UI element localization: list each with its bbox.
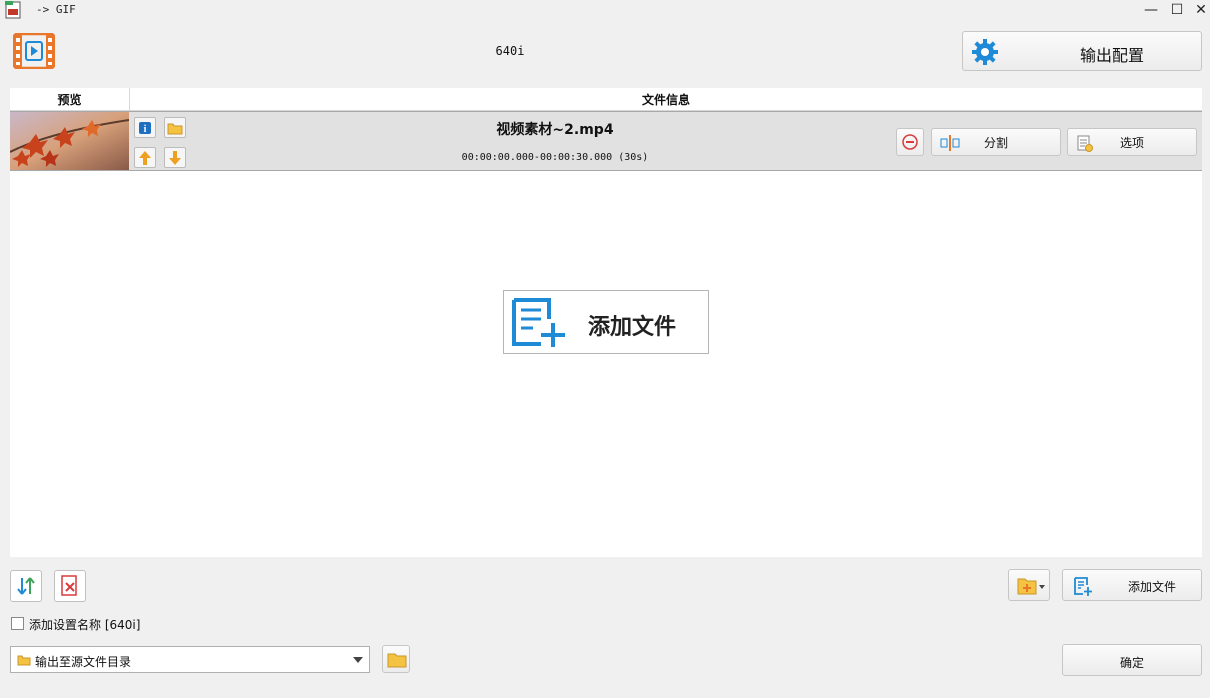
output-directory-value: 输出至源文件目录 [35,655,132,669]
output-config-label: 输出配置 [1079,46,1144,65]
video-logo-icon [13,33,55,69]
sort-button[interactable] [10,570,42,602]
options-label: 选项 [1119,135,1144,150]
chevron-down-icon [353,657,363,663]
app-icon [5,1,21,19]
column-preview: 预览 [10,88,130,110]
add-file-large-label: 添加文件 [588,315,677,340]
options-button[interactable]: 选项 [1067,128,1197,156]
open-folder-button[interactable] [164,117,186,138]
info-button[interactable]: i [134,117,156,138]
output-config-button[interactable]: 输出配置 [962,31,1202,71]
column-file-info: 文件信息 [641,93,690,107]
move-up-button[interactable] [134,147,156,168]
file-row[interactable]: i 视频素材~2.mp4 00:00:00.000-00:00:30.000 (… [10,111,1202,171]
gear-icon [972,39,998,65]
clear-list-button[interactable] [54,570,86,602]
split-icon [940,135,960,151]
add-file-icon [512,298,565,347]
add-file-large-button[interactable]: 添加文件 [503,290,709,354]
remove-icon [902,134,918,150]
window-title: -> GIF [36,3,76,16]
remove-file-button[interactable] [896,128,924,156]
split-button[interactable]: 分割 [931,128,1061,156]
output-directory-select[interactable]: 输出至源文件目录 [10,646,370,673]
add-folder-button[interactable] [1008,569,1050,601]
video-thumbnail [10,112,129,170]
svg-text:i: i [144,124,147,135]
browse-folder-button[interactable] [382,645,410,673]
sort-icon [17,577,35,595]
add-file-label: 添加文件 [1127,580,1176,594]
options-icon [1077,135,1093,152]
add-file-icon [1074,577,1092,596]
arrow-down-icon [169,150,181,165]
info-icon: i [139,121,151,135]
add-profile-name-checkbox[interactable] [11,617,24,630]
arrow-up-icon [139,150,151,165]
folder-icon [17,655,31,666]
profile-name: 640i [495,44,525,58]
folder-icon [167,123,183,134]
split-label: 分割 [983,135,1008,150]
add-folder-icon [1017,578,1045,595]
add-profile-name-label: 添加设置名称 [640i] [29,618,141,632]
file-time-range: 00:00:00.000-00:00:30.000 (30s) [461,152,649,163]
add-file-button[interactable]: 添加文件 [1062,569,1202,601]
close-button[interactable]: ✕ [1190,0,1210,20]
title-bar: -> GIF — ☐ ✕ [0,0,1210,20]
folder-icon [387,653,407,668]
minimize-button[interactable]: — [1140,0,1162,20]
file-name: 视频素材~2.mp4 [496,122,614,138]
ok-label: 确定 [1119,656,1144,670]
move-down-button[interactable] [164,147,186,168]
maximize-button[interactable]: ☐ [1166,0,1188,20]
ok-button[interactable]: 确定 [1062,644,1202,676]
file-table-header: 预览 文件信息 [10,88,1202,111]
clear-icon [61,575,77,596]
